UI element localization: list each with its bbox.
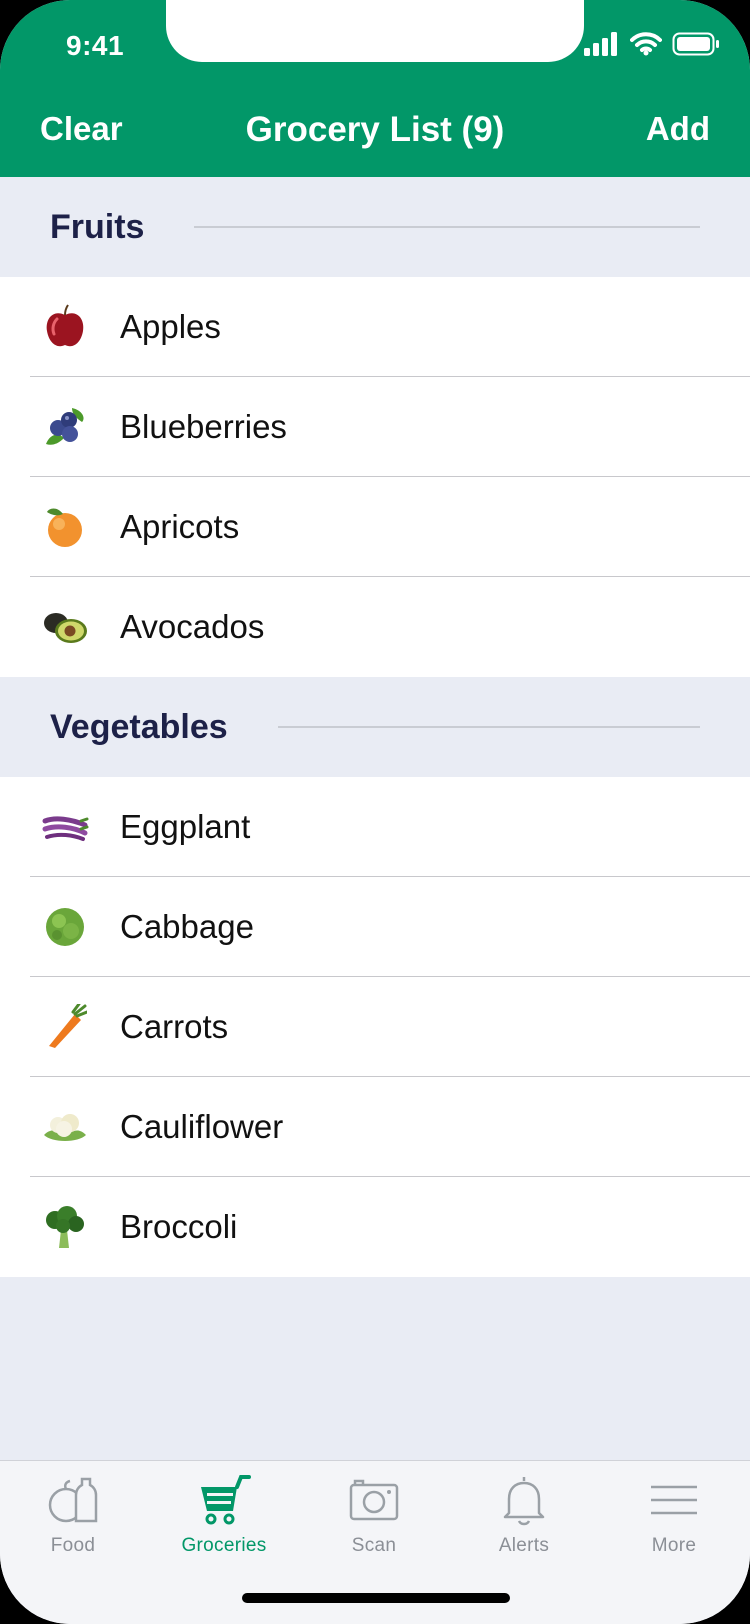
- list-item[interactable]: Cauliflower: [0, 1077, 750, 1177]
- list-item[interactable]: Blueberries: [0, 377, 750, 477]
- signal-icon: [584, 32, 617, 56]
- navigation-header: 9:41 Clear Grocery List (9) Add: [0, 0, 750, 177]
- food-icon: [48, 1477, 98, 1523]
- tab-more[interactable]: More: [609, 1473, 739, 1557]
- apple-icon: [40, 302, 90, 352]
- section-divider: [194, 226, 700, 228]
- section-title: Vegetables: [50, 707, 228, 746]
- cauliflower-icon: [40, 1102, 90, 1152]
- tab-label: Alerts: [498, 1535, 550, 1556]
- tab-label: More: [651, 1535, 697, 1556]
- item-label: Carrots: [120, 1008, 229, 1045]
- camera-icon: [349, 1479, 399, 1521]
- section-divider: [277, 726, 700, 728]
- app-screen: 9:41 Clear Grocery List (9) Add Fruits A…: [0, 0, 750, 1624]
- status-time: 9:41: [66, 30, 125, 61]
- home-indicator: [242, 1593, 510, 1603]
- item-label: Avocados: [120, 608, 265, 645]
- status-icons: [584, 32, 720, 56]
- list-item[interactable]: Carrots: [0, 977, 750, 1077]
- blueberries-icon: [40, 402, 90, 452]
- device-notch: [166, 0, 584, 62]
- list-item[interactable]: Broccoli: [0, 1177, 750, 1277]
- tab-scan[interactable]: Scan: [309, 1473, 439, 1557]
- tab-food[interactable]: Food: [8, 1473, 138, 1557]
- avocado-icon: [40, 602, 90, 652]
- cabbage-icon: [40, 902, 90, 952]
- page-title: Grocery List (9): [245, 110, 505, 149]
- section-title: Fruits: [50, 207, 145, 246]
- list-item[interactable]: Cabbage: [0, 877, 750, 977]
- item-label: Broccoli: [120, 1208, 238, 1245]
- tab-label: Food: [50, 1535, 96, 1556]
- tab-label: Groceries: [181, 1535, 267, 1556]
- item-label: Cabbage: [120, 908, 254, 945]
- list-item[interactable]: Apples: [0, 277, 750, 377]
- carrot-icon: [40, 1002, 90, 1052]
- add-button[interactable]: Add: [646, 110, 710, 148]
- item-label: Cauliflower: [120, 1108, 284, 1145]
- item-label: Blueberries: [120, 408, 287, 445]
- battery-icon: [672, 32, 719, 56]
- grocery-list: Fruits Apples Blueberries Apricots Avoca…: [0, 177, 750, 1277]
- cart-icon: [201, 1475, 251, 1525]
- apricot-icon: [40, 502, 90, 552]
- list-item[interactable]: Eggplant: [0, 777, 750, 877]
- item-label: Eggplant: [120, 808, 251, 845]
- menu-icon: [651, 1485, 697, 1515]
- section-header-fruits: Fruits: [0, 177, 750, 277]
- list-item[interactable]: Apricots: [0, 477, 750, 577]
- tab-label: Scan: [351, 1535, 397, 1556]
- section-header-vegetables: Vegetables: [0, 677, 750, 777]
- tab-groceries[interactable]: Groceries: [159, 1473, 289, 1557]
- item-label: Apricots: [120, 508, 240, 545]
- item-label: Apples: [120, 308, 221, 345]
- broccoli-icon: [40, 1202, 90, 1252]
- list-item[interactable]: Avocados: [0, 577, 750, 677]
- eggplant-icon: [40, 802, 90, 852]
- bell-icon: [503, 1477, 545, 1526]
- wifi-icon: [630, 32, 662, 56]
- tab-alerts[interactable]: Alerts: [459, 1473, 589, 1557]
